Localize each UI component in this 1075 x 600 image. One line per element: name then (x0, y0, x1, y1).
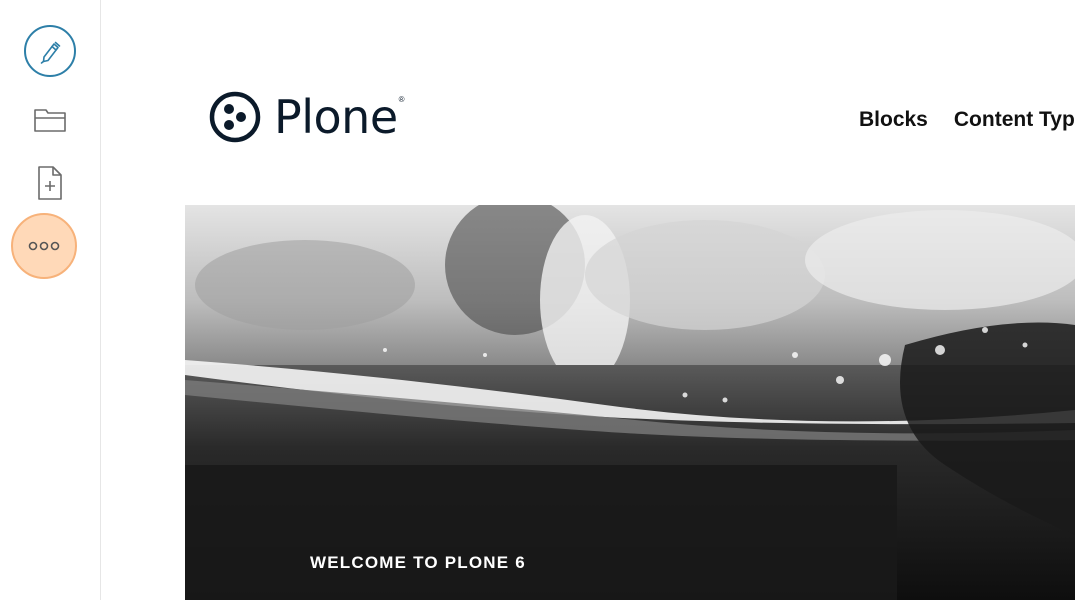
hero-image: WELCOME TO PLONE 6 (185, 205, 1075, 600)
more-button[interactable] (11, 213, 77, 279)
site-header: Plone ® Blocks Content Typ (101, 0, 1075, 205)
edit-button[interactable] (24, 25, 76, 77)
nav-item-content-types[interactable]: Content Typ (954, 108, 1075, 132)
registered-mark: ® (398, 94, 405, 104)
main-navigation: Blocks Content Typ (859, 108, 1075, 132)
hero-title: WELCOME TO PLONE 6 (310, 553, 526, 572)
logo-text: Plone (274, 90, 398, 144)
plone-logo-icon (209, 91, 261, 143)
contents-button[interactable] (30, 100, 70, 140)
edit-toolbar (0, 0, 101, 600)
add-button[interactable] (30, 163, 70, 203)
hero-caption: WELCOME TO PLONE 6 (185, 465, 897, 600)
site-logo[interactable]: Plone ® (209, 90, 405, 144)
nav-item-blocks[interactable]: Blocks (859, 108, 928, 132)
pencil-icon (40, 41, 61, 64)
folder-icon (34, 109, 66, 132)
add-document-icon (38, 166, 62, 200)
more-icon (28, 241, 60, 251)
